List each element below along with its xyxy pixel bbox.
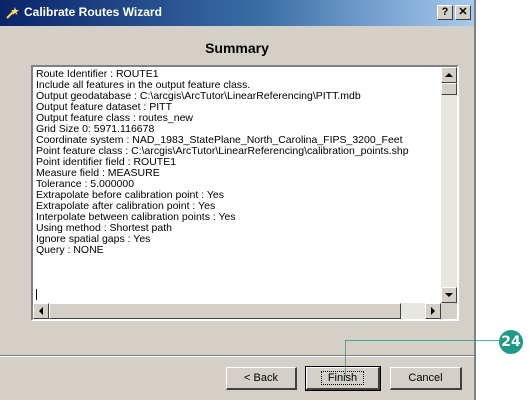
horizontal-scrollbar[interactable] [33, 303, 441, 319]
vertical-scroll-thumb[interactable] [441, 83, 457, 95]
page-heading: Summary [205, 40, 269, 56]
step-number-badge: 24 [499, 330, 523, 354]
scroll-up-button[interactable] [441, 67, 457, 83]
scroll-right-button[interactable] [425, 303, 441, 319]
arrow-down-icon [445, 293, 453, 297]
arrow-right-icon [431, 307, 435, 315]
scroll-down-button[interactable] [441, 287, 457, 303]
back-button[interactable]: < Back [226, 367, 297, 390]
horizontal-scroll-thumb[interactable] [49, 303, 401, 319]
help-button[interactable]: ? [437, 5, 453, 20]
arrow-left-icon [39, 307, 43, 315]
scrollbar-corner [441, 303, 457, 319]
summary-line: Query : NONE [36, 244, 104, 256]
summary-text: Route Identifier : ROUTE1 Include all fea… [36, 69, 441, 305]
window-title: Calibrate Routes Wizard [24, 5, 162, 19]
wizard-wand-icon [6, 7, 19, 19]
scroll-left-button[interactable] [33, 303, 49, 319]
close-button[interactable]: ✕ [455, 5, 471, 20]
vertical-scrollbar[interactable] [441, 67, 457, 303]
title-bar[interactable]: Calibrate Routes Wizard ? ✕ [0, 0, 474, 26]
summary-textbox[interactable]: Route Identifier : ROUTE1 Include all fea… [31, 65, 459, 321]
text-caret [36, 289, 37, 300]
arrow-up-icon [445, 73, 453, 77]
callout-leader-line [345, 340, 501, 376]
